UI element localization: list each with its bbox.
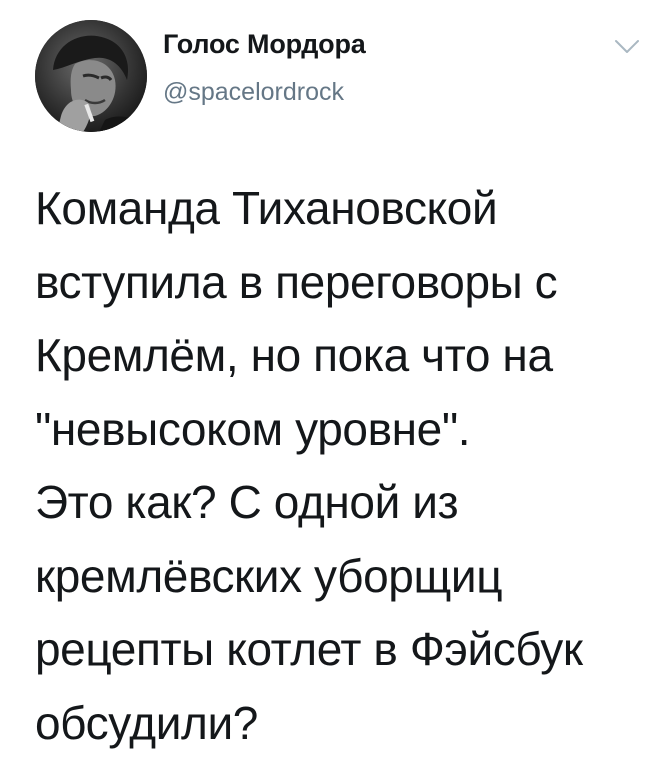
- profile-photo-icon: [35, 20, 147, 132]
- tweet-card: Голос Мордора @spacelordrock Команда Тих…: [0, 0, 651, 751]
- tweet-text-line: Это как? С одной из: [35, 466, 635, 540]
- author-handle[interactable]: @spacelordrock: [163, 78, 344, 107]
- tweet-text-line: обсудили?: [35, 687, 635, 760]
- tweet-text: Команда Тихановской вступила в переговор…: [35, 172, 635, 760]
- avatar[interactable]: [35, 20, 147, 132]
- tweet-text-line: вступила в переговоры с: [35, 246, 635, 320]
- tweet-text-line: кремлёвских уборщиц: [35, 540, 635, 614]
- tweet-text-line: Команда Тихановской: [35, 172, 635, 246]
- tweet-text-line: Кремлём, но пока что на: [35, 319, 635, 393]
- tweet-text-line: рецепты котлет в Фэйсбук: [35, 613, 635, 687]
- author-display-name[interactable]: Голос Мордора: [163, 29, 366, 60]
- tweet-text-line: "невысоком уровне".: [35, 393, 635, 467]
- chevron-down-icon[interactable]: [614, 38, 640, 56]
